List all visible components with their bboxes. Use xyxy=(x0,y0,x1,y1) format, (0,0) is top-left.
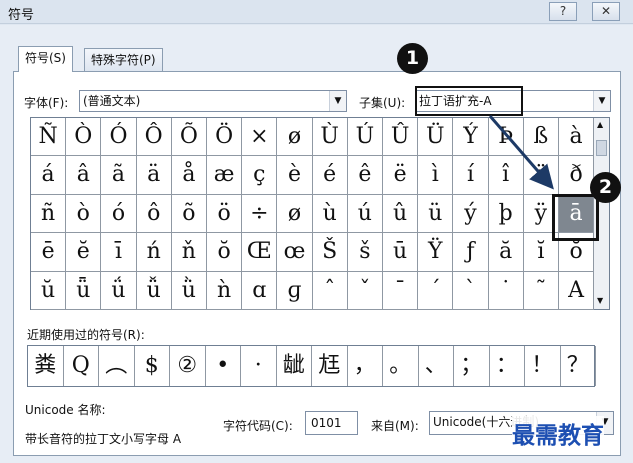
char-code-input[interactable]: 0101 xyxy=(305,411,358,435)
unicode-name-label: Unicode 名称: xyxy=(25,403,106,417)
callout-arrow xyxy=(488,115,554,190)
recent-symbol[interactable]: 。 xyxy=(383,346,419,386)
recent-symbol[interactable]: · xyxy=(241,346,277,386)
recent-symbol[interactable]: 龇 xyxy=(277,346,312,386)
recent-symbol[interactable]: $ xyxy=(135,346,170,386)
watermark: 最需教育 xyxy=(512,416,604,450)
from-label: 来自(M): xyxy=(371,419,419,433)
tab-symbols[interactable]: 符号(S) xyxy=(18,46,73,72)
recent-symbol[interactable]: Q xyxy=(64,346,99,386)
recent-symbol[interactable]: ， xyxy=(348,346,383,386)
recent-symbol[interactable]: ② xyxy=(170,346,206,386)
recent-symbol[interactable]: ： xyxy=(490,346,525,386)
recent-symbol[interactable]: ？ xyxy=(561,346,596,386)
recent-symbol[interactable]: 尪 xyxy=(312,346,348,386)
recent-symbol[interactable]: 、 xyxy=(419,346,454,386)
recent-symbol[interactable]: ︵ xyxy=(99,346,135,386)
callout-1: 1 xyxy=(397,43,428,74)
recent-symbol[interactable]: ； xyxy=(454,346,490,386)
recent-symbol[interactable]: 粪 xyxy=(28,346,64,386)
unicode-name-value: 带长音符的拉丁文小写字母 A xyxy=(25,432,182,446)
recent-symbols: 粪 Q ︵ $ ② • · 龇尪，。、；：！？ xyxy=(27,345,596,387)
recent-label: 近期使用过的符号(R): xyxy=(27,328,145,342)
char-code-label: 字符代码(C): xyxy=(223,419,293,433)
recent-symbol[interactable]: ！ xyxy=(525,346,561,386)
recent-symbol[interactable]: • xyxy=(206,346,241,386)
callout-2: 2 xyxy=(590,172,621,203)
